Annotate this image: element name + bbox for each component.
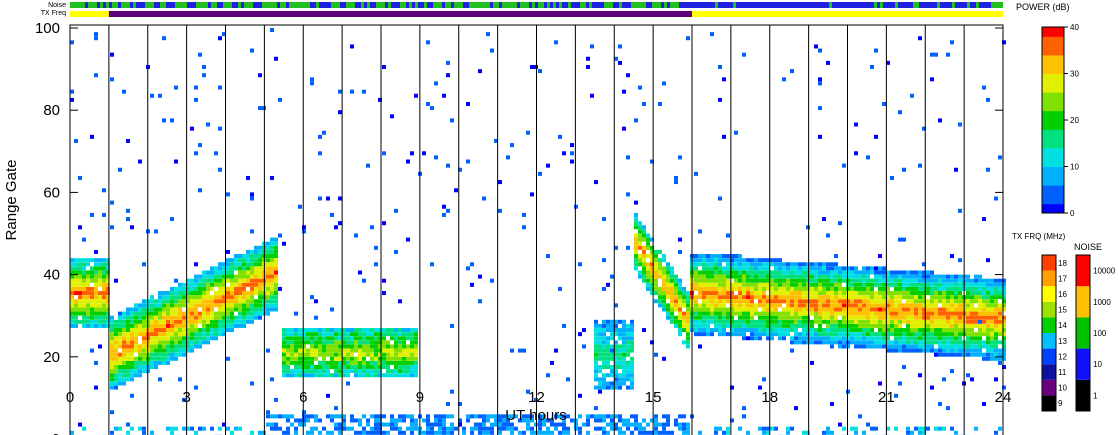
- svg-text:15: 15: [645, 389, 662, 406]
- power-colorbar: POWER (dB) 0 10 20 30 40: [1016, 2, 1079, 218]
- svg-text:20: 20: [1070, 116, 1079, 125]
- svg-text:100: 100: [35, 20, 60, 37]
- svg-text:6: 6: [299, 389, 307, 406]
- svg-text:40: 40: [43, 267, 60, 284]
- svg-text:TX FRQ (MHz): TX FRQ (MHz): [1012, 232, 1066, 241]
- svg-text:15: 15: [1058, 306, 1067, 315]
- svg-text:21: 21: [878, 389, 895, 406]
- svg-text:24: 24: [995, 389, 1012, 406]
- svg-text:11: 11: [1058, 368, 1067, 377]
- y-axis-label: Range Gate: [3, 160, 20, 241]
- svg-text:10: 10: [1093, 360, 1102, 369]
- tx-freq-colorbar: TX FRQ (MHz) 9 10 11 12 13 14 15 16 17 18: [1012, 232, 1067, 412]
- svg-text:0: 0: [1070, 209, 1075, 218]
- svg-text:10000: 10000: [1093, 267, 1116, 276]
- svg-text:9: 9: [1058, 399, 1063, 408]
- svg-text:Noise: Noise: [48, 2, 66, 9]
- svg-text:NOISE: NOISE: [1074, 242, 1102, 252]
- svg-text:17: 17: [1058, 274, 1067, 283]
- svg-text:9: 9: [416, 389, 424, 406]
- svg-text:TX Freq: TX Freq: [41, 10, 66, 17]
- svg-text:14: 14: [1058, 321, 1067, 330]
- svg-text:0: 0: [66, 389, 74, 406]
- noise-colorbar: NOISE 1 10 100 1000 10000: [1074, 242, 1116, 412]
- svg-text:30: 30: [1070, 70, 1079, 79]
- svg-text:20: 20: [43, 349, 60, 366]
- svg-text:10: 10: [1070, 163, 1079, 172]
- svg-text:60: 60: [43, 184, 60, 201]
- svg-text:POWER (dB): POWER (dB): [1016, 2, 1070, 12]
- svg-text:13: 13: [1058, 337, 1067, 346]
- top-strips: NoiseTX Freq: [41, 2, 1003, 17]
- svg-text:80: 80: [43, 102, 60, 119]
- svg-text:1000: 1000: [1093, 298, 1111, 307]
- heatmap-cells: [70, 28, 1006, 435]
- svg-text:12: 12: [1058, 352, 1067, 361]
- svg-text:0: 0: [52, 431, 60, 435]
- svg-text:1: 1: [1093, 391, 1098, 400]
- svg-text:12: 12: [528, 389, 545, 406]
- svg-text:18: 18: [1058, 259, 1067, 268]
- svg-text:18: 18: [761, 389, 778, 406]
- svg-text:10: 10: [1058, 384, 1067, 393]
- svg-text:16: 16: [1058, 290, 1067, 299]
- range-time-plot: NoiseTX Freq 03691215182124020406080100 …: [3, 2, 1116, 435]
- x-axis-label: UT hours: [505, 407, 566, 424]
- scan-boundaries: [108, 25, 965, 435]
- svg-text:40: 40: [1070, 23, 1079, 32]
- svg-text:3: 3: [182, 389, 190, 406]
- svg-text:100: 100: [1093, 329, 1107, 338]
